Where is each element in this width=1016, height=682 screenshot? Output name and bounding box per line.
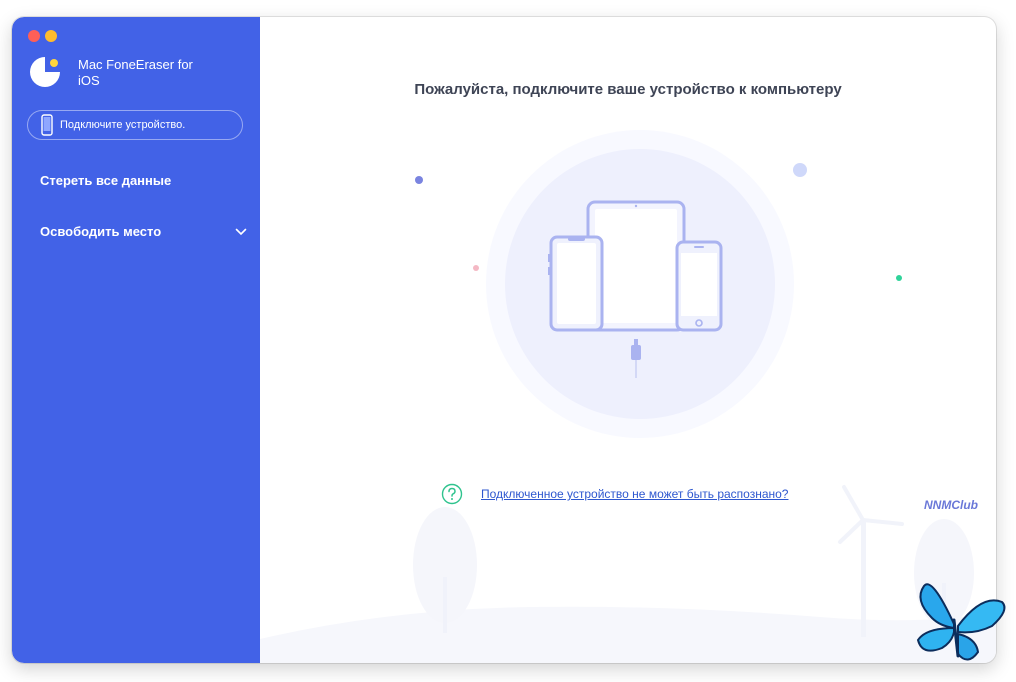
app-logo-icon <box>30 57 61 87</box>
connect-device-illustration <box>260 130 996 663</box>
butterfly-icon <box>916 583 1006 661</box>
decor-dot <box>473 265 479 271</box>
device-status-pill[interactable]: Подключите устройство. <box>27 110 243 140</box>
sidebar-item-free-up-space[interactable]: Освободить место <box>40 224 161 239</box>
decor-dot <box>415 176 423 184</box>
page-title: Пожалуйста, подключите ваше устройство к… <box>414 81 842 98</box>
phone-icon <box>41 114 53 136</box>
device-not-recognized-link[interactable]: Подключенное устройство не может быть ра… <box>481 487 788 501</box>
app-window: Mac FoneEraser for iOS Подключите устрой… <box>12 17 996 663</box>
question-circle-icon[interactable] <box>441 483 463 505</box>
chevron-down-icon[interactable] <box>235 227 247 237</box>
close-window-button[interactable] <box>28 30 40 42</box>
wind-turbine-icon <box>838 485 904 637</box>
ground-hill <box>260 606 996 663</box>
minimize-window-button[interactable] <box>45 30 57 42</box>
watermark: NNMClub <box>924 498 978 512</box>
sidebar: Mac FoneEraser for iOS Подключите устрой… <box>12 17 260 663</box>
phone-left-icon <box>548 235 604 332</box>
phone-right-icon <box>675 240 723 332</box>
sidebar-item-erase-all-data[interactable]: Стереть все данные <box>40 173 171 188</box>
device-status-label: Подключите устройство. <box>60 119 186 131</box>
decor-dot <box>793 163 807 177</box>
decor-dot <box>896 275 902 281</box>
main-panel: Пожалуйста, подключите ваше устройство к… <box>260 17 996 663</box>
app-name: Mac FoneEraser for iOS <box>78 57 193 88</box>
